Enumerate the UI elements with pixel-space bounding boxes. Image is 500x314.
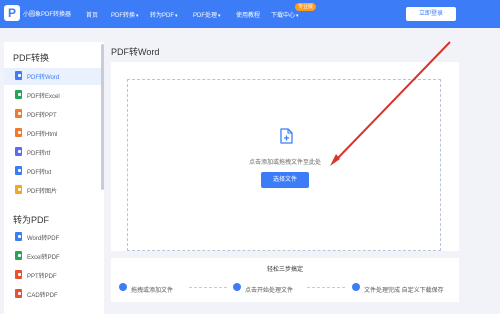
sidebar-item-label: Word转PDF bbox=[27, 236, 60, 242]
step-label: 拖拽或添加文件 bbox=[131, 288, 174, 294]
sidebar-item-cad-to-pdf[interactable]: CAD转PDF bbox=[4, 286, 104, 303]
sidebar-item-label: PDF转PPT bbox=[27, 113, 57, 119]
excel-doc-icon bbox=[15, 90, 22, 99]
app-logo[interactable]: P bbox=[4, 5, 20, 21]
sidebar-item-pdf-to-excel[interactable]: PDF转Excel bbox=[4, 87, 104, 104]
process-step-icon bbox=[233, 283, 241, 291]
step-label: 点击开始处理文件 bbox=[245, 288, 294, 294]
sidebar: PDF转换 PDF转Word PDF转Excel PDF转PPT PDF转Htm… bbox=[4, 42, 104, 314]
sidebar-item-label: PDF转Html bbox=[27, 132, 58, 138]
nav-tutorial[interactable]: 使用教程 bbox=[236, 10, 260, 19]
html-doc-icon bbox=[15, 128, 22, 137]
sidebar-item-pdf-to-ppt[interactable]: PDF转PPT bbox=[4, 106, 104, 123]
chevron-down-icon: ▾ bbox=[175, 13, 178, 19]
sidebar-item-word-to-pdf[interactable]: Word转PDF bbox=[4, 229, 104, 246]
word-doc-icon bbox=[15, 71, 22, 80]
nav-home[interactable]: 首页 bbox=[86, 10, 98, 19]
choose-file-button[interactable]: 选择文件 bbox=[261, 172, 309, 188]
step-divider bbox=[189, 287, 227, 288]
chevron-down-icon: ▾ bbox=[136, 13, 139, 19]
chevron-down-icon: ▾ bbox=[218, 13, 221, 19]
sidebar-item-pdf-to-txt[interactable]: PDF转txt bbox=[4, 163, 104, 180]
steps-title: 轻松三步搞定 bbox=[266, 267, 303, 273]
nav-download-center-label: 下载中心 bbox=[271, 13, 296, 19]
brand-name[interactable]: 小圆象PDF转换器 bbox=[23, 9, 71, 18]
sidebar-item-label: CAD转PDF bbox=[27, 293, 58, 299]
chevron-down-icon: ▾ bbox=[296, 13, 299, 19]
word-to-pdf-icon bbox=[15, 232, 22, 241]
sidebar-item-pdf-to-rtf[interactable]: PDF转rtf bbox=[4, 144, 104, 161]
txt-doc-icon bbox=[15, 166, 22, 175]
nav-download-center[interactable]: 下载中心▾ bbox=[271, 10, 299, 19]
nav-home-label: 首页 bbox=[86, 13, 99, 19]
nav-to-pdf-label: 转为PDF bbox=[150, 13, 175, 19]
add-file-icon bbox=[280, 128, 293, 144]
sidebar-item-label: PDF转图片 bbox=[27, 189, 58, 195]
sidebar-item-pdf-to-image[interactable]: PDF转图片 bbox=[4, 182, 104, 199]
sidebar-item-label: PPT转PDF bbox=[27, 274, 57, 280]
sidebar-scrollbar[interactable] bbox=[101, 44, 104, 190]
ppt-to-pdf-icon bbox=[15, 270, 22, 279]
nav-to-pdf[interactable]: 转为PDF▾ bbox=[150, 10, 178, 19]
sidebar-item-label: PDF转Excel bbox=[27, 94, 60, 100]
nav-pdf-process-label: PDF处理 bbox=[193, 13, 218, 19]
sidebar-item-label: PDF转txt bbox=[27, 170, 52, 176]
sidebar-section-title: PDF转换 bbox=[13, 53, 50, 63]
steps-panel: 轻松三步搞定 拖拽或添加文件 点击开始处理文件 文件处理完成 自定义下载保存 bbox=[111, 258, 459, 302]
sidebar-item-label: PDF转Word bbox=[27, 75, 60, 81]
upload-hint: 点击添加或拖拽文件至此处 bbox=[248, 160, 321, 166]
nav-tutorial-label: 使用教程 bbox=[236, 13, 261, 19]
excel-to-pdf-icon bbox=[15, 251, 22, 260]
image-doc-icon bbox=[15, 185, 22, 194]
sidebar-item-pdf-to-word[interactable]: PDF转Word bbox=[4, 68, 104, 85]
ppt-doc-icon bbox=[15, 109, 22, 118]
step-label: 文件处理完成 自定义下载保存 bbox=[364, 288, 444, 294]
sidebar-item-label: Excel转PDF bbox=[27, 255, 60, 261]
sidebar-item-pdf-to-html[interactable]: PDF转Html bbox=[4, 125, 104, 142]
cad-to-pdf-icon bbox=[15, 289, 22, 298]
rtf-doc-icon bbox=[15, 147, 22, 156]
sidebar-item-label: PDF转rtf bbox=[27, 151, 51, 157]
nav-pdf-process[interactable]: PDF处理▾ bbox=[193, 10, 221, 19]
login-button[interactable]: 立即登录 bbox=[406, 7, 456, 21]
upload-step-icon bbox=[119, 283, 127, 291]
upload-panel: 点击添加或拖拽文件至此处 选择文件 bbox=[111, 62, 459, 251]
sidebar-item-ppt-to-pdf[interactable]: PPT转PDF bbox=[4, 267, 104, 284]
page-title: PDF转Word bbox=[111, 47, 160, 57]
download-step-icon bbox=[352, 283, 360, 291]
sidebar-section-title: 转为PDF bbox=[13, 215, 50, 225]
top-nav-bar: P 小圆象PDF转换器 首页 PDF转换▾ 转为PDF▾ PDF处理▾ 使用教程… bbox=[0, 0, 500, 28]
nav-pdf-convert-label: PDF转换 bbox=[111, 13, 136, 19]
sidebar-item-excel-to-pdf[interactable]: Excel转PDF bbox=[4, 248, 104, 265]
nav-pdf-convert[interactable]: PDF转换▾ bbox=[111, 10, 139, 19]
step-divider bbox=[307, 287, 345, 288]
hot-badge: 专业版 bbox=[295, 3, 317, 11]
